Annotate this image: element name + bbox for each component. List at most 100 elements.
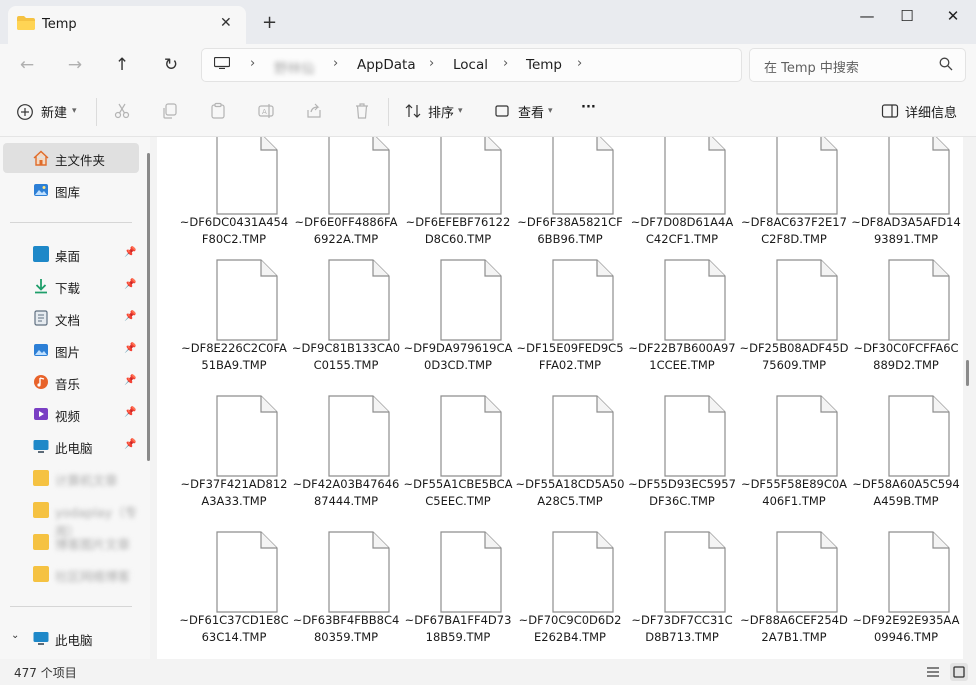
file-item[interactable]: ~DF88A6CEF254D2A7B1.TMP <box>739 531 849 659</box>
file-item[interactable]: ~DF7D08D61A4AC42CF1.TMP <box>627 137 737 261</box>
file-icon <box>664 531 726 613</box>
file-item[interactable]: ~DF8E226C2C0FA51BA9.TMP <box>179 259 289 387</box>
delete-icon[interactable] <box>353 102 371 120</box>
sidebar-item-label: 主文件夹 <box>55 153 106 168</box>
refresh-button[interactable]: ↻ <box>161 55 181 75</box>
file-item[interactable]: ~DF55A1CBE5BCAC5EEC.TMP <box>403 395 513 523</box>
address-bar[interactable]: › 野林仙 › AppData › Local › Temp › <box>201 48 742 82</box>
file-name: ~DF6DC0431A454F80C2.TMP <box>179 215 289 246</box>
search-input[interactable]: 在 Temp 中搜索 <box>764 57 859 76</box>
file-item[interactable]: ~DF9DA979619CA0D3CD.TMP <box>403 259 513 387</box>
file-item[interactable]: ~DF15E09FED9C5FFA02.TMP <box>515 259 625 387</box>
file-item[interactable]: ~DF30C0FCFFA6C889D2.TMP <box>851 259 961 387</box>
view-button[interactable]: 查看 <box>518 102 544 121</box>
up-button[interactable]: ↑ <box>112 55 132 75</box>
sidebar-item-label: 博客图片文章 <box>55 537 131 552</box>
file-item[interactable]: ~DF73DF7CC31CD8B713.TMP <box>627 531 737 659</box>
video-icon <box>34 408 48 420</box>
folder-icon <box>33 534 49 550</box>
file-icon <box>888 259 950 341</box>
file-item[interactable]: ~DF37F421AD812A3A33.TMP <box>179 395 289 523</box>
breadcrumb-chevron[interactable]: › <box>577 56 582 71</box>
file-item[interactable]: ~DF67BA1FF4D7318B59.TMP <box>403 531 513 659</box>
sidebar-item-folder[interactable]: 计算机文章 <box>0 463 150 493</box>
file-icon <box>552 531 614 613</box>
more-options-button[interactable]: ··· <box>581 100 596 115</box>
file-item[interactable]: ~DF22B7B600A971CCEE.TMP <box>627 259 737 387</box>
file-icon <box>888 531 950 613</box>
minimize-button[interactable]: — <box>852 7 882 27</box>
pin-icon: 📌 <box>124 407 137 418</box>
close-window-button[interactable]: ✕ <box>938 7 968 27</box>
file-item[interactable]: ~DF58A60A5C594A459B.TMP <box>851 395 961 523</box>
sidebar-item-home[interactable]: 主文件夹 <box>3 143 139 173</box>
file-name: ~DF9DA979619CA0D3CD.TMP <box>403 341 513 372</box>
file-item[interactable]: ~DF6E0FF4886FA6922A.TMP <box>291 137 401 261</box>
file-icon <box>552 137 614 215</box>
file-item[interactable]: ~DF63BF4FBB8C480359.TMP <box>291 531 401 659</box>
new-button[interactable]: 新建 <box>41 102 67 121</box>
cut-icon[interactable] <box>113 102 131 120</box>
share-icon[interactable] <box>305 102 323 120</box>
tab-close-button[interactable]: ✕ <box>220 15 232 31</box>
sidebar-item-folder[interactable]: 博客图片文章 <box>0 527 150 557</box>
large-icons-view-icon[interactable] <box>949 662 969 682</box>
details-button[interactable]: 详细信息 <box>905 102 957 121</box>
file-item[interactable]: ~DF25B08ADF45D75609.TMP <box>739 259 849 387</box>
search-box[interactable]: 在 Temp 中搜索 <box>749 48 966 82</box>
file-name: ~DF8AD3A5AFD1493891.TMP <box>851 215 961 246</box>
forward-button[interactable]: → <box>65 55 85 75</box>
sidebar-item-videos[interactable]: 视频 📌 <box>0 399 150 429</box>
copy-icon[interactable] <box>161 102 179 120</box>
paste-icon[interactable] <box>209 102 227 120</box>
back-button[interactable]: ← <box>17 55 37 75</box>
sidebar-item-downloads[interactable]: 下载 📌 <box>0 271 150 301</box>
file-item[interactable]: ~DF55F58E89C0A406F1.TMP <box>739 395 849 523</box>
sidebar-item-folder[interactable]: 社区网络博客 <box>0 559 150 589</box>
breadcrumb-temp[interactable]: Temp <box>526 57 562 73</box>
rename-icon[interactable]: A <box>257 102 275 120</box>
chevron-down-icon: ▾ <box>72 106 77 116</box>
file-grid: ~DF6DC0431A454F80C2.TMP ~DF6E0FF4886FA692… <box>157 137 963 659</box>
sidebar-item-desktop[interactable]: 桌面 📌 <box>0 239 150 269</box>
breadcrumb-appdata[interactable]: AppData <box>357 57 416 73</box>
file-item[interactable]: ~DF6DC0431A454F80C2.TMP <box>179 137 289 261</box>
file-icon <box>664 137 726 215</box>
pin-icon: 📌 <box>124 311 137 322</box>
sidebar-item-pictures[interactable]: 图片 📌 <box>0 335 150 365</box>
breadcrumb-local[interactable]: Local <box>453 57 488 73</box>
sidebar-item-folder[interactable]: yodaplay（专用） <box>0 495 150 539</box>
file-item[interactable]: ~DF42A03B4764687444.TMP <box>291 395 401 523</box>
file-item[interactable]: ~DF9C81B133CA0C0155.TMP <box>291 259 401 387</box>
sidebar-item-this-pc[interactable]: 此电脑 📌 <box>0 431 150 461</box>
file-item[interactable]: ~DF92E92E935AA09946.TMP <box>851 531 961 659</box>
view-icon <box>495 105 509 117</box>
file-icon <box>776 395 838 477</box>
details-view-icon[interactable] <box>923 662 943 682</box>
breadcrumb-user[interactable]: 野林仙 <box>274 57 315 77</box>
sidebar-item-documents[interactable]: 文档 📌 <box>0 303 150 333</box>
file-item[interactable]: ~DF6EFEBF76122D8C60.TMP <box>403 137 513 261</box>
file-item[interactable]: ~DF61C37CD1E8C63C14.TMP <box>179 531 289 659</box>
chevron-down-icon[interactable]: ⌄ <box>11 630 19 641</box>
file-item[interactable]: ~DF55D93EC5957DF36C.TMP <box>627 395 737 523</box>
tab-temp[interactable]: Temp ✕ <box>8 6 246 44</box>
folder-icon <box>17 16 35 30</box>
file-icon <box>552 259 614 341</box>
sidebar-item-music[interactable]: 音乐 📌 <box>0 367 150 397</box>
file-item[interactable]: ~DF55A18CD5A50A28C5.TMP <box>515 395 625 523</box>
content-scrollbar[interactable] <box>966 360 969 386</box>
details-pane-icon <box>881 104 899 118</box>
file-item[interactable]: ~DF8AC637F2E17C2F8D.TMP <box>739 137 849 261</box>
sidebar-item-gallery[interactable]: 图库 <box>0 175 150 205</box>
file-item[interactable]: ~DF8AD3A5AFD1493891.TMP <box>851 137 961 261</box>
file-item[interactable]: ~DF70C9C0D6D2E262B4.TMP <box>515 531 625 659</box>
pin-icon: 📌 <box>124 247 137 258</box>
sidebar-item-this-pc-tree[interactable]: ⌄ 此电脑 <box>0 623 150 653</box>
sort-button[interactable]: 排序 <box>428 102 454 121</box>
new-tab-button[interactable]: + <box>262 12 277 33</box>
file-item[interactable]: ~DF6F38A5821CF6BB96.TMP <box>515 137 625 261</box>
folder-icon <box>33 470 49 486</box>
sidebar-scrollbar[interactable] <box>147 153 150 461</box>
maximize-button[interactable]: ☐ <box>892 7 922 27</box>
